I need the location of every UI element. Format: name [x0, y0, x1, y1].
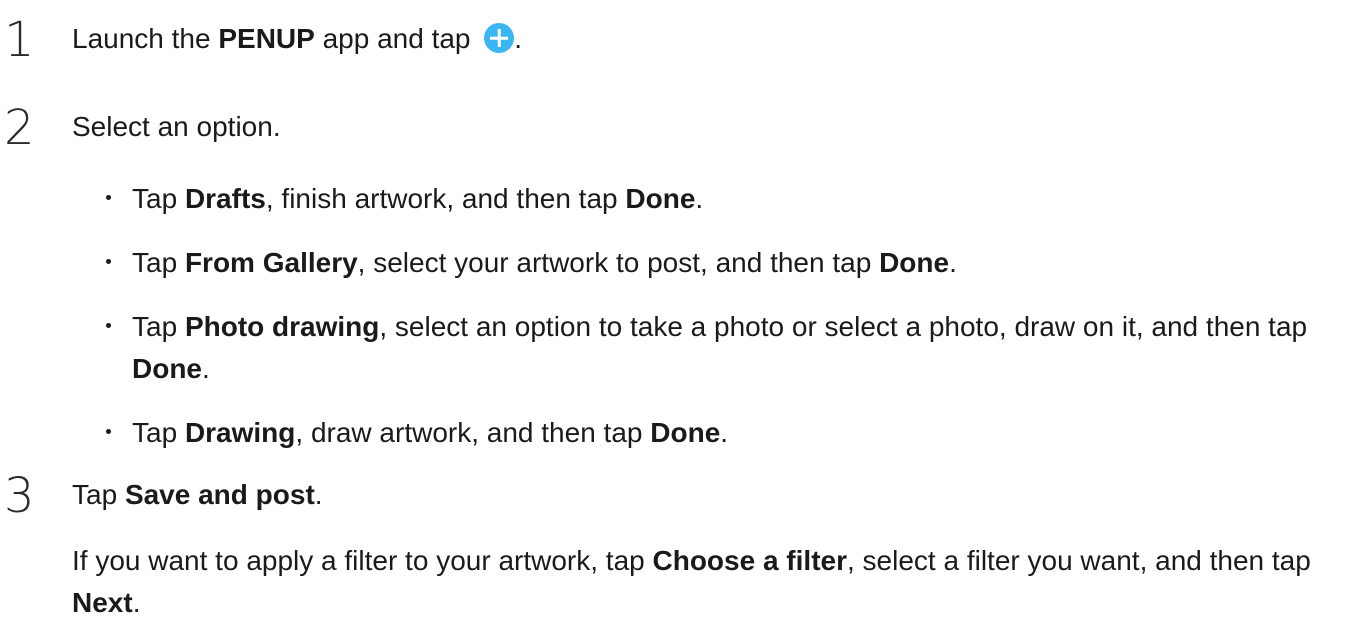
step-number: 1: [4, 12, 35, 68]
step-text: Select an option.: [72, 111, 281, 142]
bullet-dot: [106, 323, 111, 328]
note-paragraph: If you want to apply a filter to your ar…: [72, 545, 1311, 618]
bullet-text: Tap Drawing, draw artwork, and then tap …: [132, 417, 729, 448]
step-text: Launch the PENUP app and tap .: [72, 23, 523, 54]
bullet-text: Tap Drafts, finish artwork, and then tap…: [132, 183, 704, 214]
step-number: 3: [4, 468, 35, 524]
bullet-dot: [106, 195, 111, 200]
bullet-text: Tap Photo drawing, select an option to t…: [132, 311, 1308, 384]
step-number: 2: [4, 100, 35, 156]
bullet-text: Tap From Gallery, select your artwork to…: [132, 247, 957, 278]
bullet-dot: [106, 259, 111, 264]
step-text: Tap Save and post.: [72, 479, 323, 510]
plus-circle-icon: [484, 23, 515, 53]
bullet-dot: [106, 429, 111, 434]
